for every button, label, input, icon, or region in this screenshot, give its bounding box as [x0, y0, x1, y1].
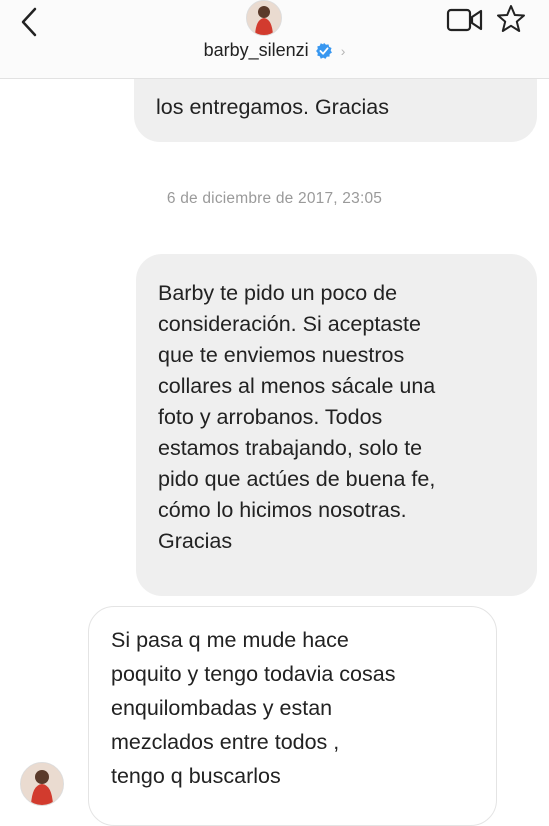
message-line: foto y arrobanos. Todos [158, 405, 383, 429]
message-text: los entregamos. Gracias [156, 95, 390, 119]
message-bubble-outgoing[interactable]: Barby te pido un poco de consideración. … [136, 254, 537, 596]
chat-header: barby_silenzi › [0, 0, 549, 79]
sender-avatar[interactable] [20, 762, 64, 806]
favorite-button[interactable] [496, 4, 526, 34]
message-line: consideración. Si aceptaste [158, 312, 421, 336]
profile-photo [21, 763, 63, 805]
message-line: mezclados entre todos , [111, 730, 340, 754]
message-line: collares al menos sácale una [158, 374, 436, 398]
back-button[interactable] [14, 4, 44, 40]
verified-badge-icon [315, 42, 332, 59]
message-line: tengo q buscarlos [111, 764, 281, 788]
chevron-right-icon: › [340, 42, 346, 59]
message-line: que te enviemos nuestros [158, 343, 405, 367]
message-line: pido que actúes de buena fe, [158, 467, 436, 491]
conversation-title[interactable]: barby_silenzi › [0, 40, 549, 61]
message-line: estamos trabajando, solo te [158, 436, 423, 460]
message-line: Barby te pido un poco de [158, 281, 398, 305]
video-call-button[interactable] [446, 6, 484, 34]
message-line: Si pasa q me mude hace [111, 628, 349, 652]
message-line: Gracias [158, 529, 233, 553]
username: barby_silenzi [203, 40, 309, 60]
message-timestamp: 6 de diciembre de 2017, 23:05 [166, 190, 383, 207]
message-bubble-incoming[interactable]: Si pasa q me mude hace poquito y tengo t… [88, 606, 497, 826]
message-line: cómo lo hicimos nosotras. [158, 498, 407, 522]
profile-photo [247, 1, 281, 35]
chevron-left-icon [21, 7, 37, 37]
avatar[interactable] [246, 0, 282, 36]
star-outline-icon [497, 5, 525, 32]
video-camera-icon [446, 8, 483, 32]
message-line: enquilombadas y estan [111, 696, 333, 720]
message-line: poquito y tengo todavia cosas [111, 662, 396, 686]
